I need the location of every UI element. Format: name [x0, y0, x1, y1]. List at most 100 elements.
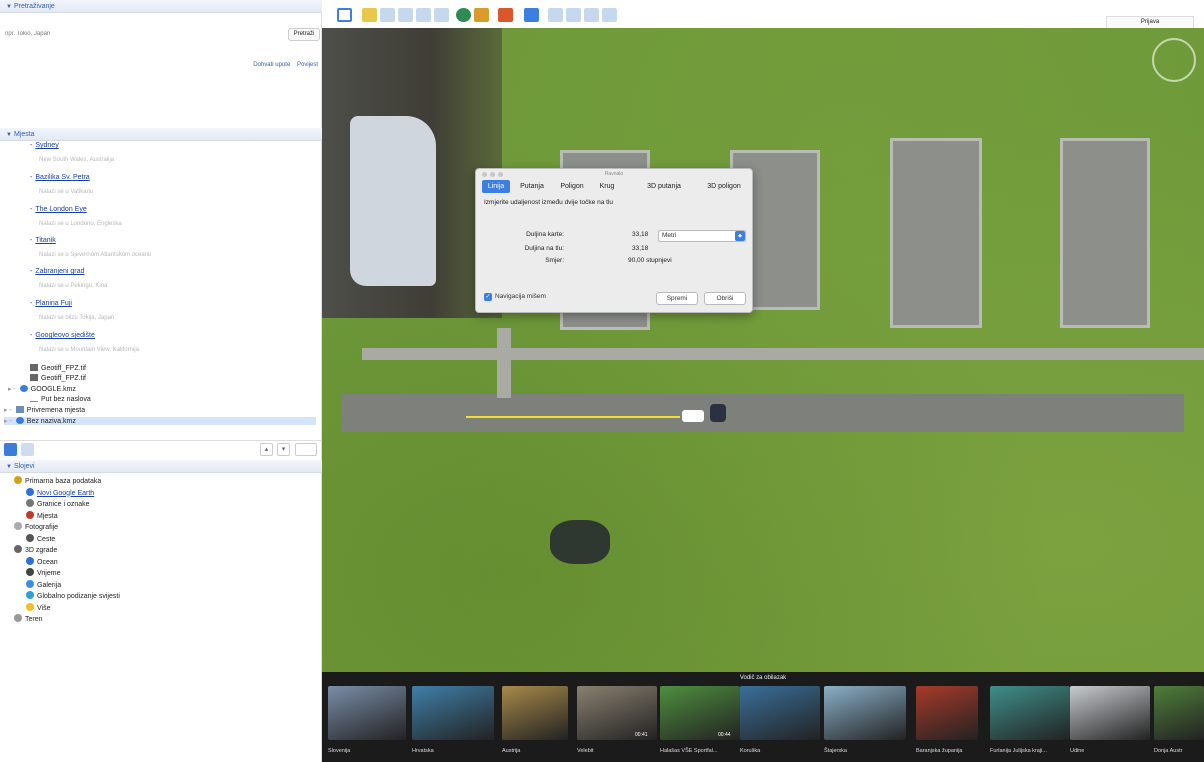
layer-icon — [26, 487, 34, 496]
tour-thumbnail[interactable] — [328, 686, 406, 740]
file-untitled-kmz[interactable]: ▸ - Bez naziva.kmz — [4, 417, 316, 425]
zoom-icon[interactable] — [498, 172, 503, 177]
clear-button[interactable]: Obriši — [704, 292, 746, 305]
unit-select[interactable]: Metri ◆ — [658, 230, 746, 242]
sunlight-icon[interactable] — [474, 8, 489, 22]
tab-path[interactable]: Putanja — [514, 180, 550, 193]
ruler-dialog: Ravnalo Linija Putanja Poligon Krug 3D p… — [475, 168, 753, 313]
file-path[interactable]: Put bez naslova — [30, 395, 91, 403]
save-image-icon[interactable] — [584, 8, 599, 22]
places-header[interactable]: ▼ Mjesta — [0, 128, 322, 141]
tour-thumbnail[interactable] — [502, 686, 568, 740]
expand-icon[interactable]: ▸ - — [4, 407, 12, 414]
expand-icon[interactable]: ▸ - — [8, 386, 16, 393]
mouse-navigation-checkbox[interactable]: ✓ — [484, 293, 492, 301]
file-google-kmz[interactable]: ▸ - GOOGLE.kmz — [8, 385, 76, 393]
layer-item[interactable]: 3D zgrade — [14, 545, 57, 554]
tour-thumbnail[interactable] — [1154, 686, 1204, 740]
tour-thumbnail[interactable] — [916, 686, 978, 740]
email-icon[interactable] — [548, 8, 563, 22]
path-icon[interactable] — [398, 8, 413, 22]
tab-polygon[interactable]: Poligon — [554, 180, 590, 193]
layer-item[interactable]: Vrijeme — [26, 568, 60, 577]
tour-thumbnail[interactable] — [412, 686, 494, 740]
close-icon[interactable] — [482, 172, 487, 177]
compass-icon[interactable] — [1152, 38, 1196, 82]
get-directions-link[interactable]: Dohvati upute — [253, 62, 290, 68]
layer-label: Više — [37, 604, 51, 612]
place-title[interactable]: Titanik — [35, 237, 55, 244]
layer-item[interactable]: Galerija — [26, 579, 61, 589]
tour-thumbnail[interactable] — [990, 686, 1070, 740]
tour-thumbnail[interactable] — [1070, 686, 1150, 740]
map-view[interactable] — [322, 28, 1204, 672]
layer-item[interactable]: Primarna baza podataka — [14, 476, 101, 485]
image-overlay-icon — [30, 364, 38, 371]
place-title[interactable]: Sydney — [35, 142, 58, 149]
tour-label: Halašas VŠE Sportfal... — [660, 748, 718, 754]
search-button[interactable]: Pretraži — [288, 28, 320, 41]
historical-imagery-icon[interactable] — [456, 8, 471, 22]
layer-icon — [14, 545, 22, 553]
place-google-hq[interactable]: - Googleovo sjedište Nalazi se u Mountain … — [30, 332, 139, 353]
place-fuji[interactable]: - Planina Fuji Nalazi se blizu Tokija, Jap… — [30, 300, 114, 321]
place-london-eye[interactable]: - The London Eye Nalazi se u Londonu, Engl… — [30, 206, 122, 227]
ruler-icon[interactable] — [524, 8, 539, 22]
layer-item[interactable]: Granice i oznake — [26, 499, 90, 508]
map-length-value: 33,18 — [632, 231, 649, 238]
planets-icon[interactable] — [498, 8, 513, 22]
tab-circle[interactable]: Krug — [594, 180, 620, 193]
layer-item[interactable]: Mjesta — [26, 510, 58, 520]
place-basilica[interactable]: - Bazilika Sv. Petra Nalazi se u Vatikanu — [30, 174, 93, 195]
search-header[interactable]: ▼ Pretraživanje — [0, 0, 322, 13]
place-title[interactable]: Googleovo sjedište — [35, 332, 95, 339]
temporary-places[interactable]: ▸ - Privremena mjesta — [4, 406, 85, 414]
place-title[interactable]: Zabranjeni grad — [35, 268, 84, 275]
tour-thumbnail[interactable] — [740, 686, 820, 740]
place-title[interactable]: Planina Fuji — [35, 300, 72, 307]
move-down-icon[interactable]: ▾ — [277, 443, 290, 456]
add-folder-icon[interactable] — [21, 443, 34, 456]
layer-item[interactable]: Novi Google Earth — [26, 487, 94, 497]
record-tour-icon[interactable] — [434, 8, 449, 22]
move-up-icon[interactable]: ▴ — [260, 443, 273, 456]
place-title[interactable]: The London Eye — [35, 206, 86, 213]
view-in-maps-icon[interactable] — [602, 8, 617, 22]
sidebar-toggle-icon[interactable] — [337, 8, 352, 22]
tour-thumbnail[interactable] — [824, 686, 906, 740]
history-link[interactable]: Povijest — [297, 62, 318, 68]
layer-item[interactable]: Teren — [14, 614, 43, 623]
layer-item[interactable]: Ocean — [26, 556, 58, 566]
tab-3d-polygon[interactable]: 3D poligon — [698, 180, 750, 193]
new-folder-icon[interactable] — [295, 443, 317, 456]
file-label: Bez naziva.kmz — [26, 418, 76, 425]
print-icon[interactable] — [566, 8, 581, 22]
minimize-icon[interactable] — [490, 172, 495, 177]
expand-icon[interactable]: ▸ - — [4, 418, 12, 425]
layer-item[interactable]: Fotografije — [14, 522, 58, 531]
place-forbidden-city[interactable]: - Zabranjeni grad Nalazi se u Pekingu, Kin… — [30, 268, 107, 289]
layer-label: 3D zgrade — [25, 547, 58, 554]
place-subtitle: Nalazi se u Mountain View, Kalifornija — [39, 347, 139, 353]
layer-item[interactable]: Globalno podizanje svijesti — [26, 591, 120, 600]
layer-item[interactable]: Više — [26, 602, 51, 612]
tab-line[interactable]: Linija — [482, 180, 510, 193]
tab-3d-path[interactable]: 3D putanja — [640, 180, 688, 193]
file-geotiff-1[interactable]: Geotiff_FPZ.tif — [30, 364, 86, 372]
image-overlay-icon[interactable] — [416, 8, 431, 22]
place-titanic[interactable]: - Titanik Nalazi se u Sjevernom Atlantskom… — [30, 237, 151, 258]
layer-label: Fotografije — [25, 524, 59, 531]
polygon-icon[interactable] — [380, 8, 395, 22]
layer-icon — [14, 476, 22, 484]
concrete-slab — [1060, 138, 1150, 328]
place-title[interactable]: Bazilika Sv. Petra — [35, 174, 89, 181]
place-sydney[interactable]: - Sydney New South Wales, Australija — [30, 142, 114, 163]
layer-item[interactable]: Ceste — [26, 533, 55, 543]
search-input[interactable] — [4, 27, 290, 41]
ground-length-label: Duljina na tlu: — [524, 245, 564, 252]
save-button[interactable]: Spremi — [656, 292, 698, 305]
layers-header[interactable]: ▼ Slojevi — [0, 460, 322, 473]
file-geotiff-2[interactable]: Geotiff_FPZ.tif — [30, 374, 86, 382]
placemark-icon[interactable] — [362, 8, 377, 22]
search-places-icon[interactable] — [4, 443, 17, 456]
